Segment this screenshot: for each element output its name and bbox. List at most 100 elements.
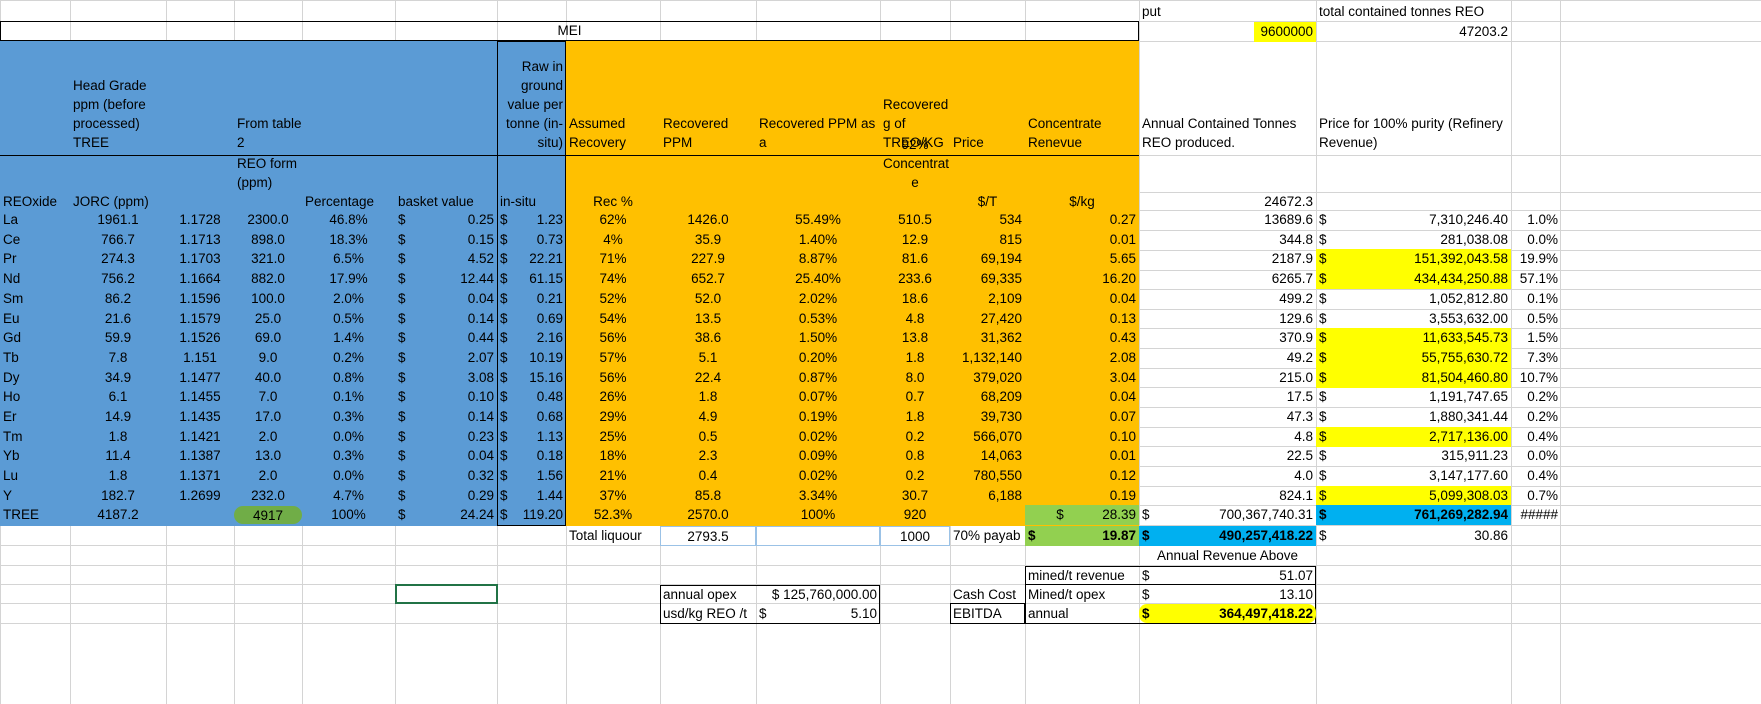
total-value[interactable]: 47203.2 (1316, 22, 1511, 42)
row-share[interactable]: 7.3% (1511, 348, 1561, 368)
row-rpp[interactable]: 0.07% (756, 387, 880, 407)
row-reo[interactable]: 898.0 (234, 230, 302, 250)
row-g[interactable]: 0.2 (880, 427, 950, 447)
row-annual[interactable]: 2187.9 (1139, 249, 1316, 269)
row-jorc[interactable]: 7.8 (70, 348, 166, 368)
row-element[interactable]: Sm (0, 289, 70, 309)
row-conc[interactable]: 0.12 (1025, 466, 1139, 486)
row-revenue[interactable]: 55,755,630.72 (1336, 348, 1511, 368)
row-rpc[interactable]: 38.6 (660, 328, 756, 348)
row-revenue[interactable]: 281,038.08 (1336, 230, 1511, 250)
row-reo[interactable]: 9.0 (234, 348, 302, 368)
row-basket[interactable]: 3.08 (420, 368, 497, 388)
row-rec[interactable]: 71% (566, 249, 660, 269)
row-rpc[interactable]: 2.3 (660, 446, 756, 466)
row-reo[interactable]: 321.0 (234, 249, 302, 269)
row-annual[interactable]: 4.8 (1139, 427, 1316, 447)
row-insitu[interactable]: 1.13 (510, 427, 566, 447)
row-conc[interactable]: 0.04 (1025, 289, 1139, 309)
row-annual[interactable]: 824.1 (1139, 486, 1316, 506)
row-annual[interactable]: 215.0 (1139, 368, 1316, 388)
row-rpc[interactable]: 4.9 (660, 407, 756, 427)
row-rpc[interactable]: 652.7 (660, 269, 756, 289)
row-rec[interactable]: 25% (566, 427, 660, 447)
row-pct[interactable]: 0.5% (302, 309, 395, 329)
total-share[interactable]: ##### (1511, 505, 1561, 525)
row-rec[interactable]: 26% (566, 387, 660, 407)
liquor-value[interactable]: 2793.5 (660, 526, 756, 546)
row-element[interactable]: Pr (0, 249, 70, 269)
row-rpc[interactable]: 0.5 (660, 427, 756, 447)
row-rec[interactable]: 57% (566, 348, 660, 368)
row-pct[interactable]: 18.3% (302, 230, 395, 250)
row-revenue[interactable]: 11,633,545.73 (1336, 328, 1511, 348)
usd-kg-value[interactable]: 5.10 (776, 604, 880, 623)
row-insitu[interactable]: 61.15 (510, 269, 566, 289)
row-element[interactable]: Tm (0, 427, 70, 447)
row-insitu[interactable]: 2.16 (510, 328, 566, 348)
row-pct[interactable]: 0.1% (302, 387, 395, 407)
row-rec[interactable]: 56% (566, 328, 660, 348)
row-pct[interactable]: 0.3% (302, 446, 395, 466)
row-element[interactable]: Er (0, 407, 70, 427)
total-annual[interactable]: 700,367,740.31 (1159, 505, 1316, 525)
row-jorc[interactable]: 756.2 (70, 269, 166, 289)
row-rpc[interactable]: 22.4 (660, 368, 756, 388)
row-annual[interactable]: 370.9 (1139, 328, 1316, 348)
row-price[interactable]: 815 (950, 230, 1025, 250)
row-rpp[interactable]: 0.87% (756, 368, 880, 388)
row-element[interactable]: Y (0, 486, 70, 506)
row-jorc[interactable]: 34.9 (70, 368, 166, 388)
total-rpp[interactable]: 100% (756, 505, 880, 525)
row-reo[interactable]: 882.0 (234, 269, 302, 289)
row-g[interactable]: 81.6 (880, 249, 950, 269)
row-factor[interactable]: 1.1371 (166, 466, 234, 486)
row-insitu[interactable]: 10.19 (510, 348, 566, 368)
row-basket[interactable]: 4.52 (420, 249, 497, 269)
row-reo[interactable]: 69.0 (234, 328, 302, 348)
row-basket[interactable]: 0.25 (420, 210, 497, 230)
row-conc[interactable]: 0.07 (1025, 407, 1139, 427)
row-annual[interactable]: 47.3 (1139, 407, 1316, 427)
row-jorc[interactable]: 1.8 (70, 466, 166, 486)
row-factor[interactable]: 1.1713 (166, 230, 234, 250)
row-insitu[interactable]: 22.21 (510, 249, 566, 269)
row-conc[interactable]: 0.01 (1025, 446, 1139, 466)
row-jorc[interactable]: 21.6 (70, 309, 166, 329)
row-share[interactable]: 10.7% (1511, 368, 1561, 388)
row-price[interactable]: 379,020 (950, 368, 1025, 388)
row-rpp[interactable]: 0.53% (756, 309, 880, 329)
row-reo[interactable]: 17.0 (234, 407, 302, 427)
per-unit-value[interactable]: 30.86 (1336, 526, 1511, 546)
total-revenue[interactable]: 761,269,282.94 (1336, 505, 1511, 525)
row-g[interactable]: 8.0 (880, 368, 950, 388)
row-jorc[interactable]: 6.1 (70, 387, 166, 407)
row-rpc[interactable]: 5.1 (660, 348, 756, 368)
row-insitu[interactable]: 0.18 (510, 446, 566, 466)
row-rpc[interactable]: 13.5 (660, 309, 756, 329)
row-rpp[interactable]: 0.09% (756, 446, 880, 466)
row-pct[interactable]: 0.0% (302, 427, 395, 447)
row-share[interactable]: 0.2% (1511, 407, 1561, 427)
row-basket[interactable]: 12.44 (420, 269, 497, 289)
total-pct[interactable]: 100% (302, 505, 395, 525)
row-price[interactable]: 2,109 (950, 289, 1025, 309)
row-pct[interactable]: 0.8% (302, 368, 395, 388)
row-reo[interactable]: 40.0 (234, 368, 302, 388)
total-reo[interactable]: 4917 (234, 506, 302, 524)
row-factor[interactable]: 1.1664 (166, 269, 234, 289)
row-factor[interactable]: 1.151 (166, 348, 234, 368)
row-rec[interactable]: 54% (566, 309, 660, 329)
row-factor[interactable]: 1.1421 (166, 427, 234, 447)
row-pct[interactable]: 6.5% (302, 249, 395, 269)
row-revenue[interactable]: 151,392,043.58 (1336, 249, 1511, 269)
row-share[interactable]: 0.0% (1511, 230, 1561, 250)
row-g[interactable]: 510.5 (880, 210, 950, 230)
row-price[interactable]: 69,335 (950, 269, 1025, 289)
row-annual[interactable]: 22.5 (1139, 446, 1316, 466)
row-pct[interactable]: 4.7% (302, 486, 395, 506)
row-factor[interactable]: 1.1435 (166, 407, 234, 427)
row-rpp[interactable]: 0.02% (756, 427, 880, 447)
g-value[interactable]: 1000 (880, 526, 950, 546)
row-basket[interactable]: 0.04 (420, 446, 497, 466)
